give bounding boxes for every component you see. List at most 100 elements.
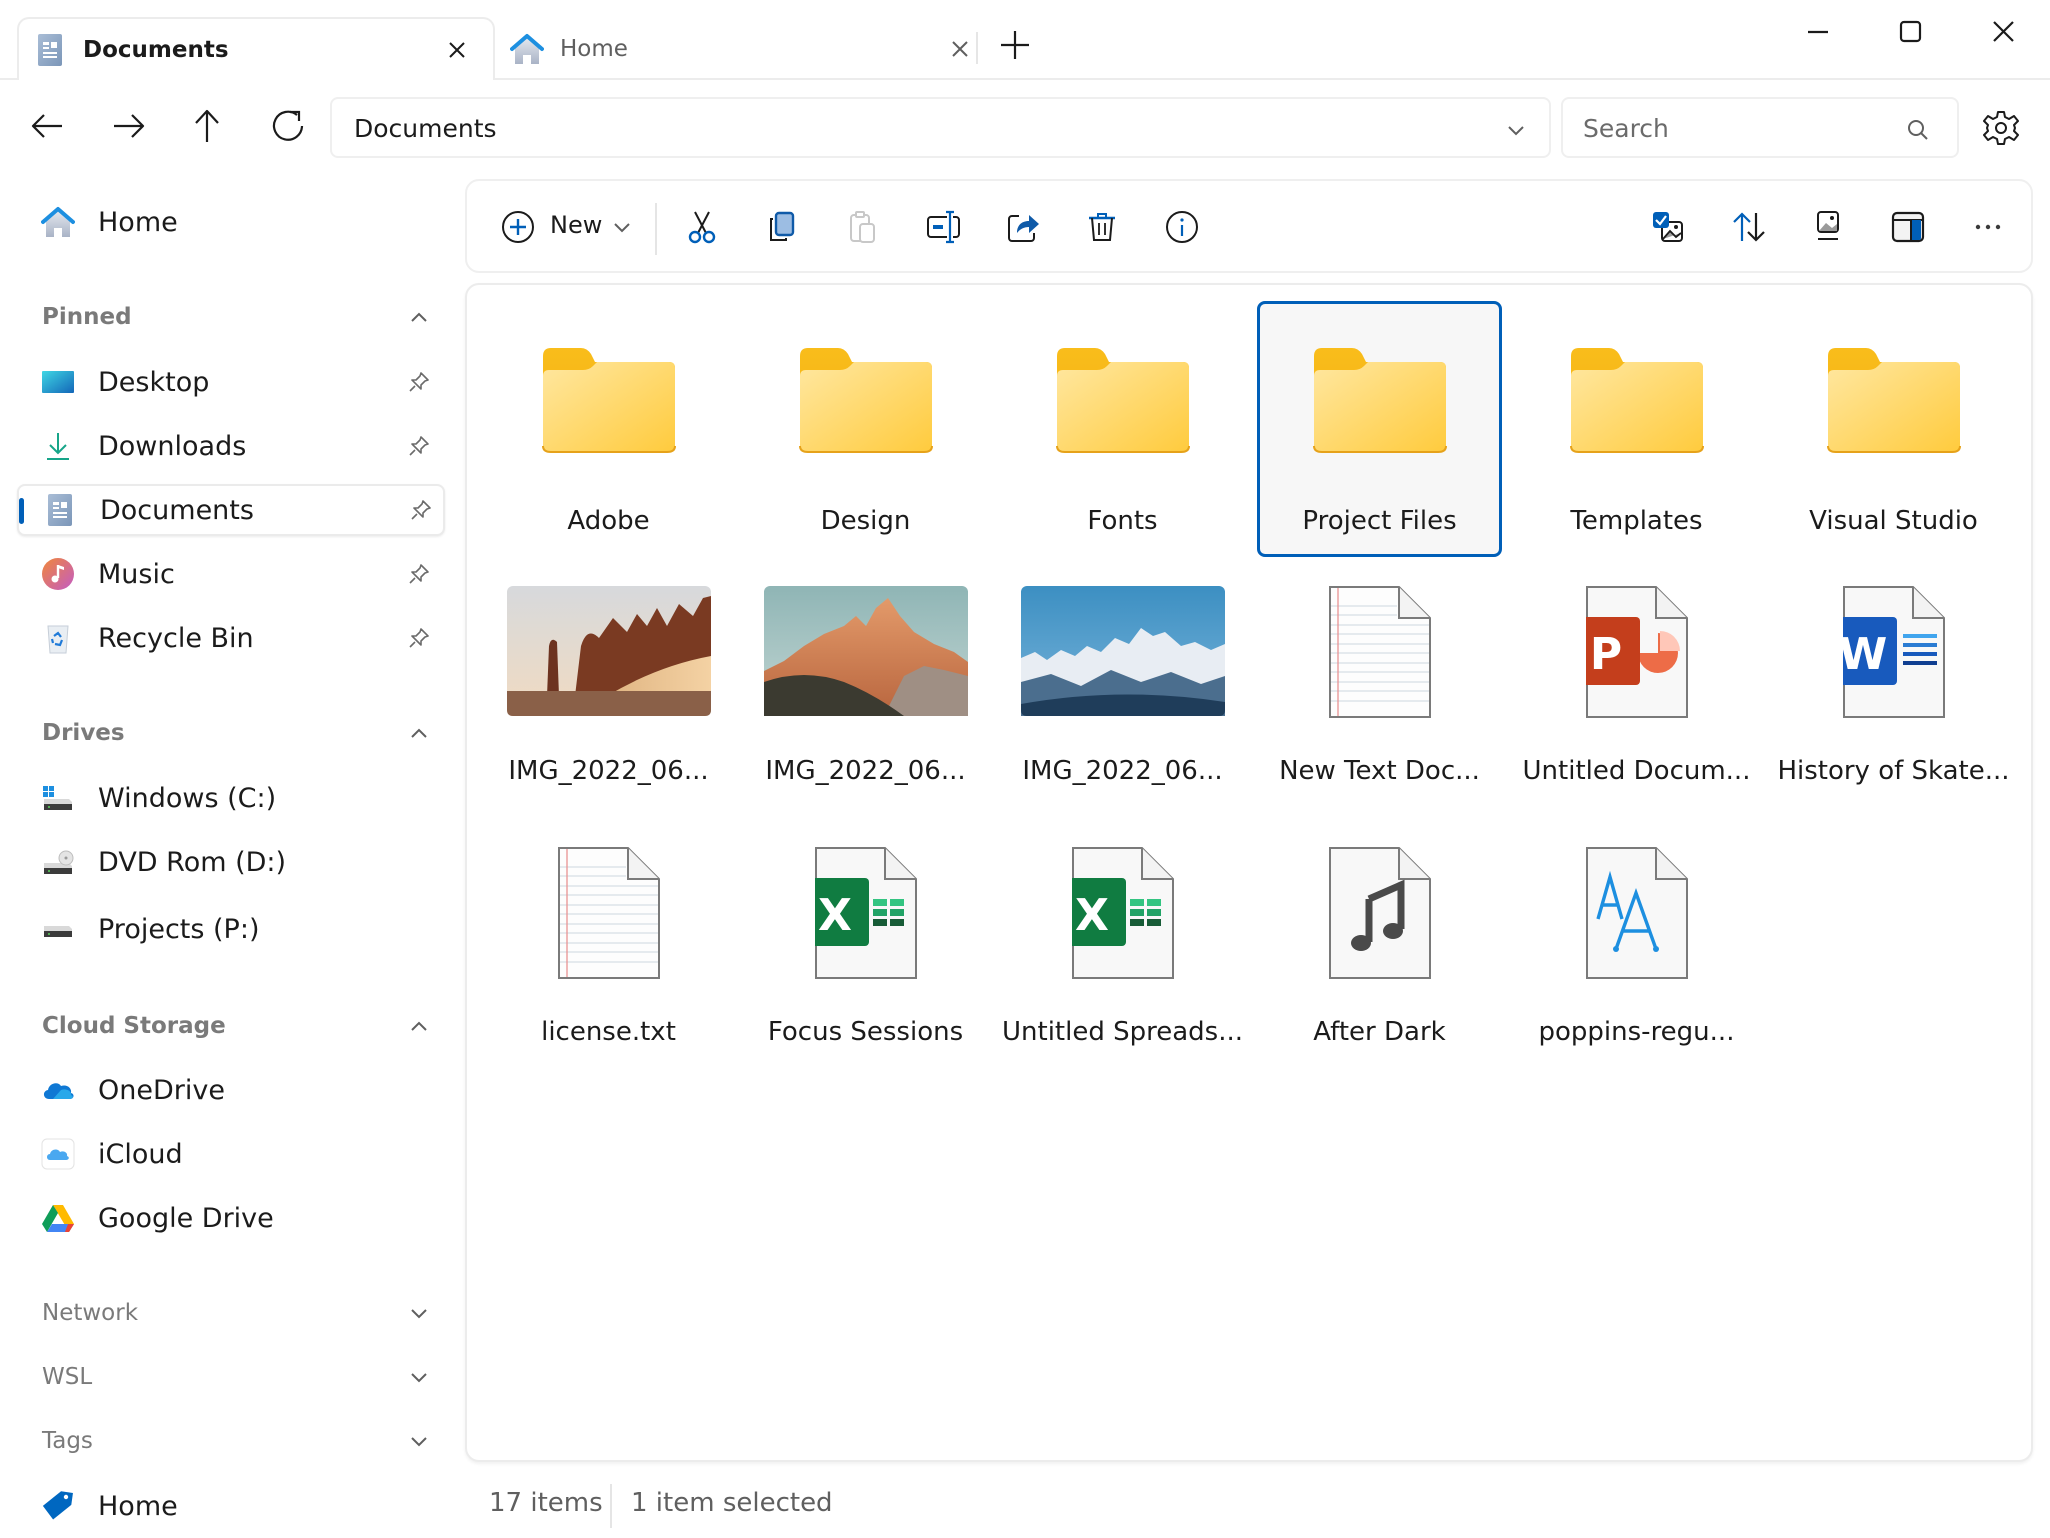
folder-item[interactable]: Project Files: [1257, 301, 1502, 557]
chevron-up-icon[interactable]: [408, 722, 430, 744]
folder-item[interactable]: Adobe: [486, 301, 731, 557]
sidebar-item-projects-p[interactable]: Projects (P:): [17, 903, 445, 955]
pin-icon[interactable]: [409, 498, 433, 522]
chevron-up-icon[interactable]: [408, 1015, 430, 1037]
chevron-down-icon[interactable]: [408, 1366, 430, 1388]
folder-item[interactable]: Visual Studio: [1771, 301, 2016, 557]
copy-icon[interactable]: [764, 209, 800, 245]
file-grid: Adobe Design Fonts Project Files Templat…: [465, 283, 2033, 1462]
chevron-down-icon[interactable]: [608, 213, 636, 241]
file-name: license.txt: [541, 1017, 676, 1047]
documents-icon: [48, 494, 72, 526]
sidebar-section-drives[interactable]: Drives: [17, 712, 445, 756]
image-thumbnail: [763, 586, 968, 716]
file-item[interactable]: IMG_2022_06...: [486, 583, 731, 839]
select-icon[interactable]: [1651, 209, 1687, 245]
file-item[interactable]: poppins-regu...: [1514, 844, 1759, 1100]
text-file-icon: [557, 847, 660, 979]
dvd-drive-icon: [44, 850, 74, 874]
share-icon[interactable]: [1005, 209, 1041, 245]
chevron-down-icon[interactable]: [408, 1430, 430, 1452]
more-options-icon[interactable]: [1970, 209, 2006, 245]
svg-text:W: W: [1843, 629, 1887, 680]
toolbar-divider: [655, 203, 657, 255]
search-icon[interactable]: [1905, 117, 1931, 143]
file-item[interactable]: New Text Doc...: [1257, 583, 1502, 839]
search-input[interactable]: [1583, 111, 1883, 145]
folder-item[interactable]: Design: [743, 301, 988, 557]
sidebar-item-label: Projects (P:): [98, 914, 260, 945]
forward-icon[interactable]: [106, 104, 150, 148]
sidebar-item-home[interactable]: Home: [17, 196, 445, 248]
sidebar-item-desktop[interactable]: Desktop: [17, 356, 445, 408]
sidebar-item-recycle-bin[interactable]: Recycle Bin: [17, 612, 445, 664]
sidebar-section-network[interactable]: Network: [17, 1292, 445, 1336]
sidebar-item-downloads[interactable]: Downloads: [17, 420, 445, 472]
drive-icon: [44, 926, 72, 937]
file-item[interactable]: X Focus Sessions: [743, 844, 988, 1100]
desktop-icon: [42, 371, 74, 393]
pin-icon[interactable]: [407, 370, 431, 394]
sidebar-item-google-drive[interactable]: Google Drive: [17, 1192, 445, 1244]
sidebar-item-label: iCloud: [98, 1139, 183, 1170]
folder-item[interactable]: Templates: [1514, 301, 1759, 557]
tab-documents[interactable]: Documents: [17, 17, 495, 80]
tab-home[interactable]: Home: [496, 17, 976, 80]
search-box[interactable]: [1561, 97, 1959, 158]
address-bar[interactable]: Documents: [330, 97, 1551, 158]
back-icon[interactable]: [26, 104, 70, 148]
new-plus-icon[interactable]: [500, 209, 536, 245]
file-item[interactable]: W History of Skate...: [1771, 583, 2016, 839]
file-item[interactable]: P Untitled Docum...: [1514, 583, 1759, 839]
sidebar-item-onedrive[interactable]: OneDrive: [17, 1064, 445, 1116]
file-name: Design: [820, 506, 911, 536]
file-item[interactable]: IMG_2022_06...: [743, 583, 988, 839]
close-window-icon[interactable]: [1983, 14, 2023, 50]
folder-item[interactable]: Fonts: [1000, 301, 1245, 557]
close-tab-icon[interactable]: [445, 38, 469, 62]
pin-icon[interactable]: [407, 562, 431, 586]
sidebar-section-cloud-storage[interactable]: Cloud Storage: [17, 1005, 445, 1049]
file-name: Templates: [1570, 506, 1703, 536]
sidebar-section-wsl[interactable]: WSL: [17, 1356, 445, 1400]
sidebar-item-tag-home[interactable]: Home: [17, 1480, 445, 1532]
delete-icon[interactable]: [1084, 209, 1120, 245]
file-item[interactable]: After Dark: [1257, 844, 1502, 1100]
refresh-icon[interactable]: [266, 104, 310, 148]
minimize-icon[interactable]: [1798, 14, 1838, 50]
file-item[interactable]: license.txt: [486, 844, 731, 1100]
sidebar-item-documents[interactable]: Documents: [17, 484, 445, 536]
view-icon[interactable]: [1810, 209, 1846, 245]
new-button[interactable]: New: [550, 211, 602, 239]
up-icon[interactable]: [185, 104, 229, 148]
svg-text:P: P: [1589, 629, 1621, 680]
sidebar-item-dvd-d[interactable]: DVD Rom (D:): [17, 836, 445, 888]
rename-icon[interactable]: [925, 209, 961, 245]
sort-icon[interactable]: [1731, 209, 1767, 245]
properties-info-icon[interactable]: [1164, 209, 1200, 245]
cut-icon[interactable]: [684, 209, 720, 245]
settings-gear-icon[interactable]: [1982, 109, 2020, 147]
chevron-down-icon[interactable]: [408, 1302, 430, 1324]
excel-file-icon: X: [1071, 847, 1174, 979]
pin-icon[interactable]: [407, 434, 431, 458]
file-item[interactable]: IMG_2022_06...: [1000, 583, 1245, 839]
new-tab-icon[interactable]: [998, 28, 1032, 62]
svg-text:X: X: [1075, 890, 1109, 941]
sidebar-item-windows-c[interactable]: Windows (C:): [17, 772, 445, 824]
sidebar-item-icloud[interactable]: iCloud: [17, 1128, 445, 1180]
preview-pane-icon[interactable]: [1890, 209, 1926, 245]
sidebar-section-tags[interactable]: Tags: [17, 1420, 445, 1464]
folder-icon: [1569, 348, 1704, 453]
chevron-up-icon[interactable]: [408, 306, 430, 328]
pin-icon[interactable]: [407, 626, 431, 650]
sidebar-item-label: OneDrive: [98, 1075, 225, 1106]
sidebar-item-music[interactable]: Music: [17, 548, 445, 600]
maximize-icon[interactable]: [1890, 14, 1930, 50]
close-tab-icon[interactable]: [948, 37, 972, 61]
paste-icon[interactable]: [844, 209, 880, 245]
chevron-down-icon[interactable]: [1505, 119, 1527, 141]
file-item[interactable]: X Untitled Spreads...: [1000, 844, 1245, 1100]
sidebar-section-pinned[interactable]: Pinned: [17, 296, 445, 340]
section-title: Drives: [42, 720, 125, 746]
